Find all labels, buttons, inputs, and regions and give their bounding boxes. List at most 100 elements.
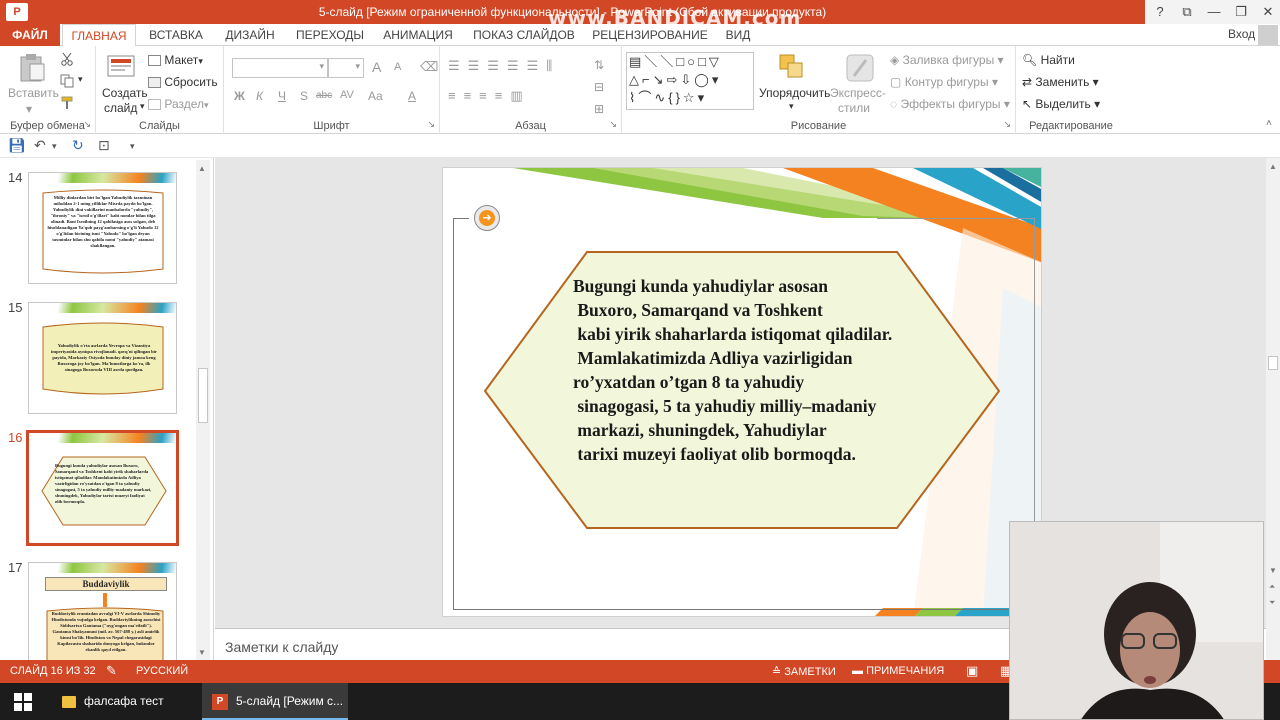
arrange-dropdown-icon[interactable]: ▾ xyxy=(789,101,794,112)
shape-effects-button[interactable]: ◌ Эффекты фигуры ▾ xyxy=(890,97,1010,111)
group-label-font: Шрифт xyxy=(313,120,350,132)
paragraph-launcher-icon[interactable]: ↘ xyxy=(609,119,617,130)
arrange-button[interactable]: Упорядочить xyxy=(759,86,830,100)
font-color-button[interactable]: A xyxy=(408,89,416,103)
grow-font-button[interactable]: A xyxy=(372,59,381,75)
quick-styles-button-line1[interactable]: Экспресс- xyxy=(830,86,886,100)
tab-view[interactable]: ВИД xyxy=(716,24,760,46)
scroll-up-icon[interactable]: ▲ xyxy=(1269,162,1277,171)
new-slide-button-line1[interactable]: Создать xyxy=(102,86,148,100)
spellcheck-icon[interactable]: ✎ xyxy=(106,663,117,679)
text-direction-icon[interactable]: ⇅ xyxy=(594,58,604,72)
tab-file[interactable]: ФАЙЛ xyxy=(0,24,60,46)
tab-animations[interactable]: АНИМАЦИЯ xyxy=(374,24,462,46)
tab-slideshow[interactable]: ПОКАЗ СЛАЙДОВ xyxy=(468,24,580,46)
scrollbar-thumb[interactable] xyxy=(198,368,208,423)
undo-icon[interactable]: ↶ xyxy=(34,137,46,154)
paste-button[interactable]: Вставить xyxy=(8,86,59,100)
quick-styles-button-line2[interactable]: стили xyxy=(838,101,870,115)
shape-effects-icon: ◌ xyxy=(890,97,898,111)
clear-formatting-icon[interactable]: ⌫ xyxy=(420,59,438,75)
start-slideshow-icon[interactable]: ⊡ xyxy=(98,137,110,154)
slide-thumbnail-15[interactable]: Yahudiylik o'rta asrlarda Yevropa va Viz… xyxy=(28,302,177,414)
scroll-up-icon[interactable]: ▲ xyxy=(198,164,206,173)
tab-transitions[interactable]: ПЕРЕХОДЫ xyxy=(290,24,370,46)
smartart-icon[interactable]: ⊞ xyxy=(594,102,604,116)
redo-icon[interactable]: ↻ xyxy=(72,137,84,154)
replace-button[interactable]: ⇄ Заменить ▾ xyxy=(1022,75,1099,89)
save-icon[interactable]: 💾︎ xyxy=(8,137,26,154)
taskbar-item-powerpoint[interactable]: P 5-слайд [Режим с... xyxy=(202,683,348,720)
copy-dropdown-icon[interactable]: ▾ xyxy=(78,74,83,85)
format-painter-icon[interactable] xyxy=(60,96,74,110)
new-slide-dropdown-icon[interactable]: ▾ xyxy=(140,101,145,112)
ribbon-tabs: ФАЙЛ ГЛАВНАЯ ВСТАВКА ДИЗАЙН ПЕРЕХОДЫ АНИ… xyxy=(0,24,1280,47)
find-button[interactable]: 🔍︎ Найти xyxy=(1022,53,1075,67)
reset-button[interactable]: Сбросить xyxy=(148,75,218,89)
bold-button[interactable]: Ж xyxy=(234,89,245,103)
shape-outline-button[interactable]: ▢ Контур фигуры ▾ xyxy=(890,75,998,89)
scroll-down-icon[interactable]: ▼ xyxy=(1269,566,1277,575)
action-button[interactable]: ➜ xyxy=(474,205,500,231)
close-button[interactable]: ✕ xyxy=(1253,0,1280,24)
change-case-button[interactable]: Aa xyxy=(368,89,383,103)
collapse-ribbon-icon[interactable]: ˄ xyxy=(1266,118,1272,129)
notes-toggle-button[interactable]: ≙ ЗАМЕТКИ xyxy=(772,665,836,678)
strikethrough-button[interactable]: abc xyxy=(316,90,332,101)
slide-thumbnail-14[interactable]: Milliy dinlardan biri bo'lgan Yahudiylik… xyxy=(28,172,177,284)
slide-canvas[interactable]: Bugungi kunda yahudiylar asosan Buxoro, … xyxy=(442,167,1042,617)
avatar[interactable] xyxy=(1258,25,1278,45)
shape-fill-button[interactable]: ◈ Заливка фигуры ▾ xyxy=(890,53,1004,67)
cut-icon[interactable] xyxy=(60,52,74,66)
tab-home[interactable]: ГЛАВНАЯ xyxy=(62,24,136,47)
slide-body-text[interactable]: Bugungi kunda yahudiylar asosan Buxoro, … xyxy=(573,274,973,466)
ribbon-display-options-icon[interactable]: ⧉ xyxy=(1172,0,1202,24)
comments-toggle-button[interactable]: ▬ ПРИМЕЧАНИЯ xyxy=(852,665,944,677)
minimize-button[interactable]: — xyxy=(1199,0,1229,24)
shrink-font-button[interactable]: A xyxy=(394,61,401,73)
taskbar-item-folder[interactable]: фалсафа тест xyxy=(54,683,200,720)
section-button[interactable]: Раздел▾ xyxy=(148,97,209,111)
windows-start-icon[interactable] xyxy=(14,693,32,711)
undo-dropdown-icon[interactable]: ▾ xyxy=(52,141,57,152)
select-button[interactable]: ↖ Выделить ▾ xyxy=(1022,97,1100,111)
layout-button[interactable]: Макет▾ xyxy=(148,53,203,67)
clipboard-launcher-icon[interactable]: ↘ xyxy=(83,119,91,130)
font-launcher-icon[interactable]: ↘ xyxy=(427,119,435,130)
align-text-icon[interactable]: ⊟ xyxy=(594,80,604,94)
character-spacing-button[interactable]: AV xyxy=(340,89,354,101)
font-name-input[interactable]: ▾ xyxy=(232,58,328,78)
italic-button[interactable]: К xyxy=(256,89,263,103)
sign-in-link[interactable]: Вход xyxy=(1228,27,1255,41)
language-indicator[interactable]: РУССКИЙ xyxy=(136,665,188,677)
tab-design[interactable]: ДИЗАЙН xyxy=(216,24,284,46)
previous-slide-icon[interactable]: ⏶ xyxy=(1269,582,1275,592)
thumbnails-scrollbar[interactable]: ▲ ▼ xyxy=(196,160,210,660)
scroll-down-icon[interactable]: ▼ xyxy=(198,648,206,657)
reset-icon xyxy=(148,77,161,89)
webcam-person-image xyxy=(1010,522,1263,719)
align-buttons-icon[interactable]: ≡≡≡≡▥ xyxy=(448,88,531,104)
drawing-launcher-icon[interactable]: ↘ xyxy=(1003,119,1011,130)
copy-icon[interactable] xyxy=(60,74,74,88)
new-slide-button-line2[interactable]: слайд xyxy=(104,101,137,115)
group-editing: 🔍︎ Найти ⇄ Заменить ▾ ↖ Выделить ▾ Редак… xyxy=(1016,46,1126,134)
font-size-input[interactable]: ▾ xyxy=(328,58,364,78)
paste-dropdown-icon[interactable]: ▾ xyxy=(26,102,32,116)
customize-qat-icon[interactable]: ▾ xyxy=(130,141,135,152)
normal-view-icon[interactable]: ▣ xyxy=(966,663,978,679)
list-buttons-icon[interactable]: ☰☰☰☰☰⫼ xyxy=(448,58,560,74)
help-icon[interactable]: ? xyxy=(1145,0,1175,24)
editor-scrollbar[interactable]: ▲ ▼ ⏶ ⏷ xyxy=(1266,158,1280,660)
tab-insert[interactable]: ВСТАВКА xyxy=(140,24,212,46)
slide-thumbnail-16[interactable]: Bugungi kunda yahudiylar asosan Buxoro, … xyxy=(26,430,179,546)
slide-thumbnail-17[interactable]: Buddaviylik Buddaviylik eramizdan avvalg… xyxy=(28,562,177,660)
tab-review[interactable]: РЕЦЕНЗИРОВАНИЕ xyxy=(588,24,712,46)
maximize-button[interactable]: ❐ xyxy=(1226,0,1256,24)
underline-button[interactable]: Ч xyxy=(278,89,286,103)
shadow-button[interactable]: S xyxy=(300,89,308,103)
shapes-gallery[interactable]: ▤＼＼□○□▽ △⌐↘⇨⇩◯▾ ⌇⌒∿{}☆▾ xyxy=(626,52,754,110)
next-slide-icon[interactable]: ⏷ xyxy=(1269,598,1275,608)
group-font: ▾ ▾ A A ⌫ Ж К Ч S abc AV Aa A Шрифт ↘ xyxy=(224,46,440,134)
scrollbar-thumb[interactable] xyxy=(1268,356,1278,370)
